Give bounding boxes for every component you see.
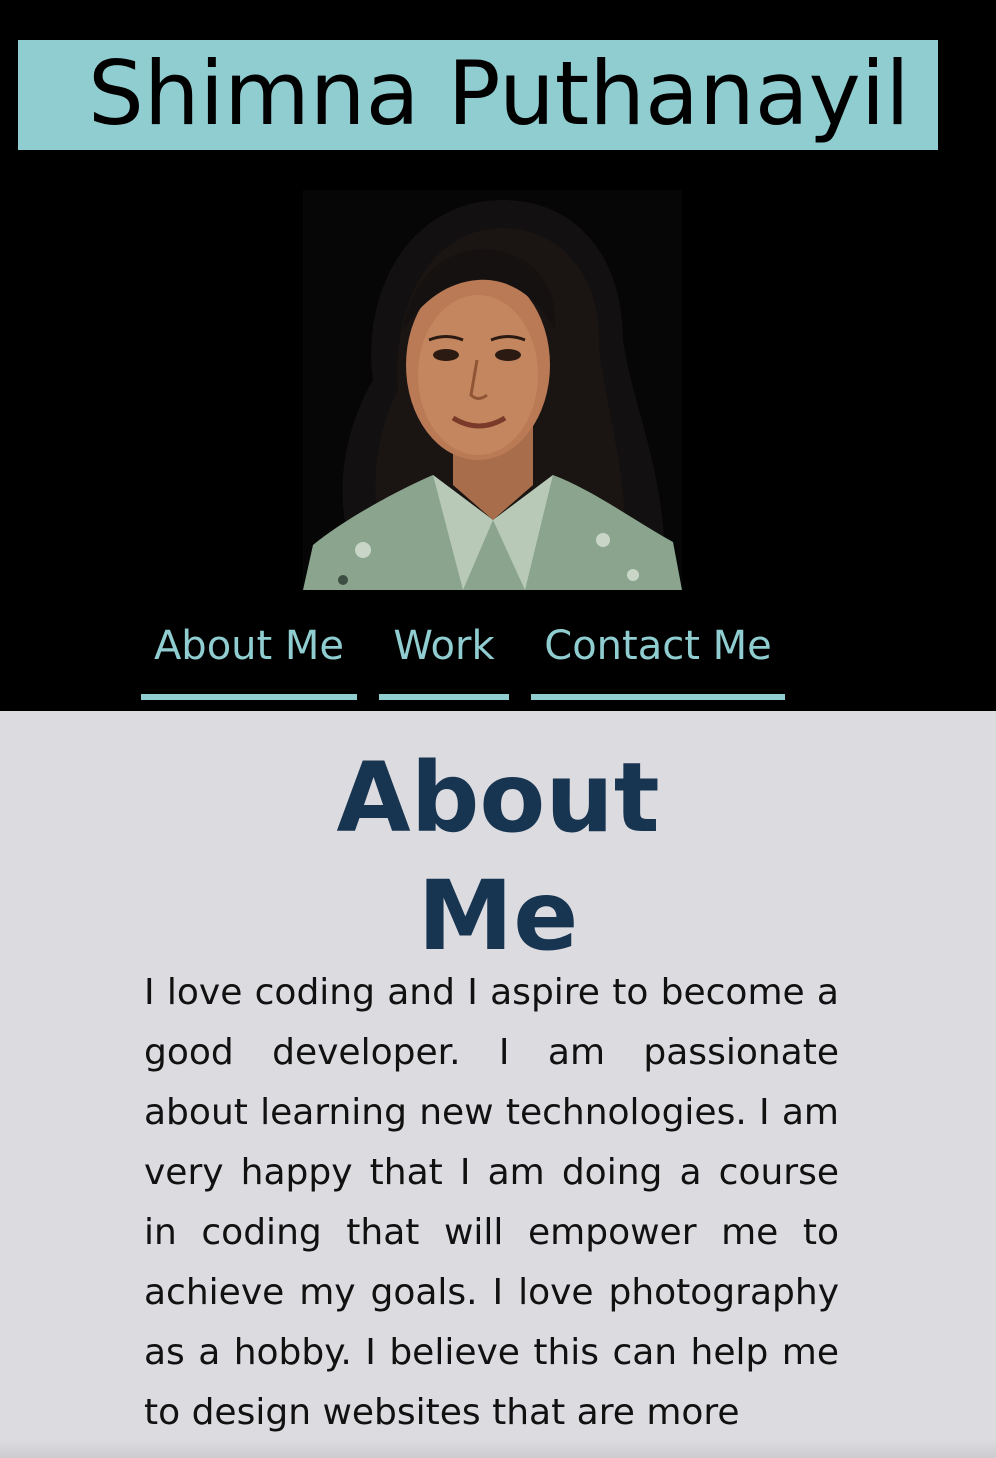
main-nav: About Me Work Contact Me xyxy=(0,610,996,700)
nav-work-link[interactable]: Work xyxy=(379,610,509,700)
about-heading-line1: About xyxy=(336,742,660,854)
site-header: Shimna Puthanayil About Me Work Contact … xyxy=(0,0,996,711)
portrait-photo xyxy=(303,190,682,590)
nav-contact-me-link[interactable]: Contact Me xyxy=(531,610,785,700)
about-section: About Me I love coding and I aspire to b… xyxy=(0,711,996,1458)
scroll-fade xyxy=(0,1440,996,1458)
site-owner-name: Shimna Puthanayil xyxy=(88,42,910,145)
about-heading: About Me xyxy=(298,739,698,975)
nav-about-me-link[interactable]: About Me xyxy=(141,610,357,700)
about-paragraph: I love coding and I aspire to become a g… xyxy=(144,972,839,1433)
about-heading-line2: Me xyxy=(417,860,579,972)
